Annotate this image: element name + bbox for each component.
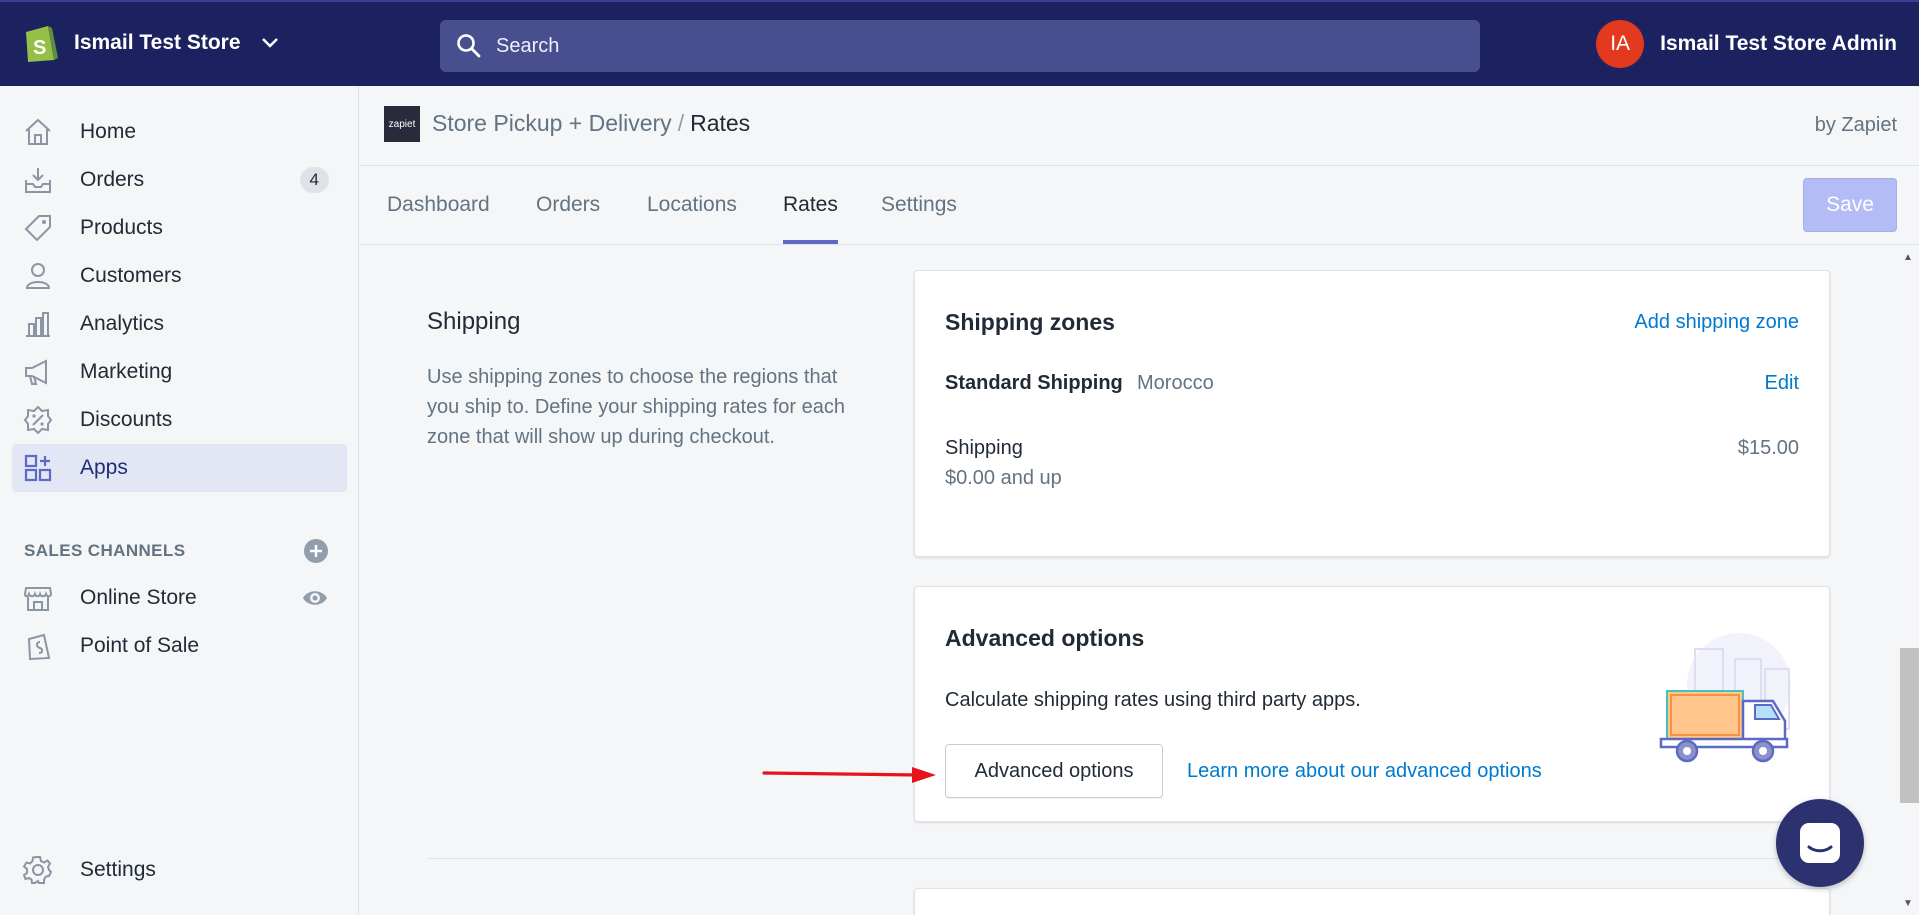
card-description: Calculate shipping rates using third par… (945, 689, 1361, 711)
sidebar-item-label: Online Store (80, 586, 197, 609)
sidebar-item-label: Products (80, 216, 163, 239)
chat-launcher-button[interactable] (1776, 799, 1864, 887)
tab-orders[interactable]: Orders (536, 166, 600, 244)
account-name: Ismail Test Store Admin (1660, 32, 1897, 55)
avatar: IA (1596, 20, 1645, 68)
add-channel-icon[interactable] (303, 538, 329, 564)
discount-icon (22, 404, 54, 436)
breadcrumb-current: Rates (690, 110, 751, 136)
section-divider (427, 858, 1830, 859)
tag-icon (22, 212, 54, 244)
sidebar-item-home[interactable]: Home (12, 108, 347, 156)
sidebar-item-label: Settings (80, 858, 156, 881)
tab-dashboard[interactable]: Dashboard (387, 166, 490, 244)
sidebar-item-label: Apps (80, 456, 128, 479)
sidebar-item-orders[interactable]: Orders 4 (12, 156, 347, 204)
sidebar-item-discounts[interactable]: Discounts (12, 396, 347, 444)
card-title: Advanced options (945, 625, 1145, 651)
eye-icon[interactable] (301, 584, 329, 612)
sidebar-item-label: Marketing (80, 360, 173, 383)
sidebar-item-online-store[interactable]: Online Store (12, 574, 347, 622)
search-icon (457, 34, 481, 58)
chevron-down-icon (261, 38, 278, 48)
rate-name: Shipping (945, 437, 1023, 459)
annotation-arrow-icon (762, 767, 936, 783)
sidebar: Home Orders 4 Products Customers Analyti… (0, 86, 359, 915)
app-tabs: Dashboard Orders Locations Rates Setting… (360, 166, 1919, 245)
add-shipping-zone-link[interactable]: Add shipping zone (1634, 311, 1799, 334)
rate-price: $15.00 (1737, 437, 1799, 459)
scroll-down-arrow-icon[interactable]: ▼ (1903, 898, 1913, 909)
zapiet-logo: zapiet (384, 106, 420, 142)
shopping-bag-icon (22, 630, 54, 662)
sidebar-item-products[interactable]: Products (12, 204, 347, 252)
breadcrumb: Store Pickup + Delivery / Rates (432, 110, 750, 137)
breadcrumb-separator: / (677, 110, 685, 136)
sidebar-item-label: Customers (80, 264, 182, 287)
app-header: zapiet Store Pickup + Delivery / Rates by … (360, 86, 1919, 166)
sidebar-item-point-of-sale[interactable]: Point of Sale (12, 622, 347, 670)
zone-name: Standard Shipping (945, 372, 1123, 394)
card-title: Shipping zones (945, 309, 1115, 335)
sidebar-item-label: Point of Sale (80, 634, 200, 657)
gear-icon (22, 854, 54, 886)
megaphone-icon (22, 356, 54, 388)
rate-condition: $0.00 and up (945, 467, 1062, 489)
person-icon (22, 260, 54, 292)
chat-icon (1800, 823, 1840, 863)
orders-count-badge: 4 (299, 167, 329, 193)
shipping-zones-card: Shipping zones Add shipping zone Standar… (914, 270, 1830, 557)
tab-rates[interactable]: Rates (783, 166, 838, 244)
sidebar-item-customers[interactable]: Customers (12, 252, 347, 300)
apps-icon (22, 452, 54, 484)
shopify-logo-icon: S (26, 26, 58, 62)
store-switcher[interactable]: S Ismail Test Store (22, 22, 279, 64)
edit-zone-link[interactable]: Edit (1765, 372, 1799, 395)
sidebar-item-label: Discounts (80, 408, 173, 431)
sidebar-item-settings[interactable]: Settings (12, 846, 347, 894)
top-bar: S Ismail Test Store Search IA Ismail Tes… (0, 0, 1919, 86)
learn-more-link[interactable]: Learn more about our advanced options (1187, 760, 1542, 783)
store-name: Ismail Test Store (74, 31, 241, 54)
main-content: Shipping Use shipping zones to choose th… (360, 246, 1900, 915)
sidebar-item-marketing[interactable]: Marketing (12, 348, 347, 396)
next-card (914, 888, 1830, 915)
breadcrumb-app-name[interactable]: Store Pickup + Delivery (432, 110, 672, 136)
sidebar-item-label: Home (80, 120, 137, 143)
sidebar-item-analytics[interactable]: Analytics (12, 300, 347, 348)
tab-settings[interactable]: Settings (881, 166, 957, 244)
svg-text:S: S (33, 37, 46, 59)
delivery-truck-illustration (1659, 633, 1791, 763)
scrollbar[interactable] (1899, 246, 1919, 915)
section-title: Shipping (427, 308, 521, 335)
sidebar-item-label: Analytics (80, 312, 165, 335)
store-icon (22, 582, 54, 614)
search-bar[interactable]: Search (440, 20, 1480, 72)
home-icon (22, 116, 54, 148)
bar-chart-icon (22, 308, 54, 340)
scroll-up-arrow-icon[interactable]: ▲ (1903, 252, 1913, 263)
app-byline: by Zapiet (1814, 114, 1897, 136)
sidebar-item-apps[interactable]: Apps (12, 444, 347, 492)
search-placeholder: Search (496, 34, 560, 57)
advanced-options-button[interactable]: Advanced options (945, 744, 1163, 798)
advanced-options-card: Advanced options Calculate shipping rate… (914, 586, 1830, 822)
tab-locations[interactable]: Locations (647, 166, 737, 244)
sales-channels-header: SALES CHANNELS (24, 538, 329, 564)
orders-icon (22, 164, 54, 196)
section-description: Use shipping zones to choose the regions… (427, 366, 846, 448)
account-menu[interactable]: IA Ismail Test Store Admin (1596, 20, 1897, 68)
scrollbar-thumb[interactable] (1900, 648, 1919, 803)
sidebar-item-label: Orders (80, 168, 145, 191)
sales-channels-title: SALES CHANNELS (24, 541, 186, 560)
save-button[interactable]: Save (1803, 178, 1897, 232)
zone-country: Morocco (1137, 372, 1214, 394)
